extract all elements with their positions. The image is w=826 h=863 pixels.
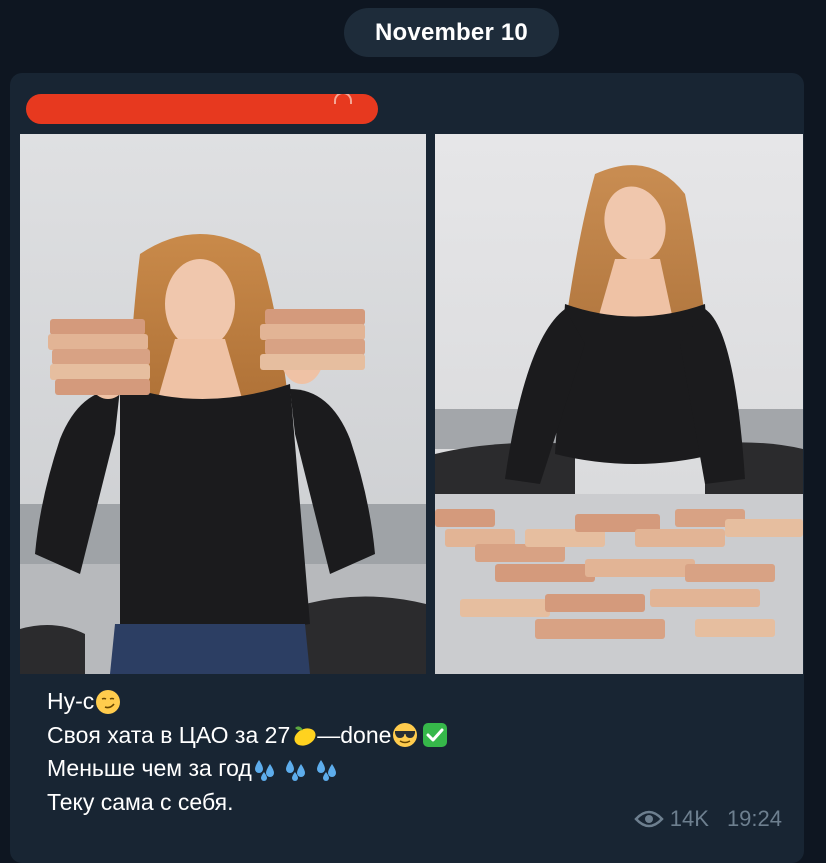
lemon-icon (291, 722, 317, 748)
sweat-droplets-icon (315, 756, 341, 782)
smiling-face-with-sunglasses-icon (392, 722, 418, 748)
caption-text-3: Меньше чем за год (47, 755, 252, 781)
channel-name[interactable] (26, 94, 378, 124)
date-separator: November 10 (344, 8, 559, 57)
views-count: 14K (669, 806, 709, 831)
message-time: 19:24 (726, 806, 782, 831)
message-meta: 14K 19:24 (634, 806, 782, 832)
caption-line-1: Ну-с (47, 685, 787, 719)
caption-text-2b: —done (317, 721, 392, 748)
sweat-droplets-icon (253, 756, 279, 782)
caption-text-4: Теку сама с себя. (47, 788, 234, 815)
check-mark-button-icon (422, 722, 448, 748)
caption-text-1: Ну-с (47, 688, 95, 714)
eye-icon (634, 809, 664, 829)
smirking-face-icon (95, 689, 121, 715)
album-photo-1[interactable] (20, 134, 426, 674)
caption-line-3: Меньше чем за год (47, 752, 787, 786)
album-photo-2[interactable] (435, 134, 803, 674)
caption-line-2: Своя хата в ЦАО за 27 —done (47, 719, 787, 753)
sweat-droplets-icon (284, 756, 310, 782)
caption-text-2a: Своя хата в ЦАО за 27 (47, 721, 291, 748)
message-caption: Ну-с Своя хата в ЦАО за 27 —done Меньше … (47, 685, 787, 819)
